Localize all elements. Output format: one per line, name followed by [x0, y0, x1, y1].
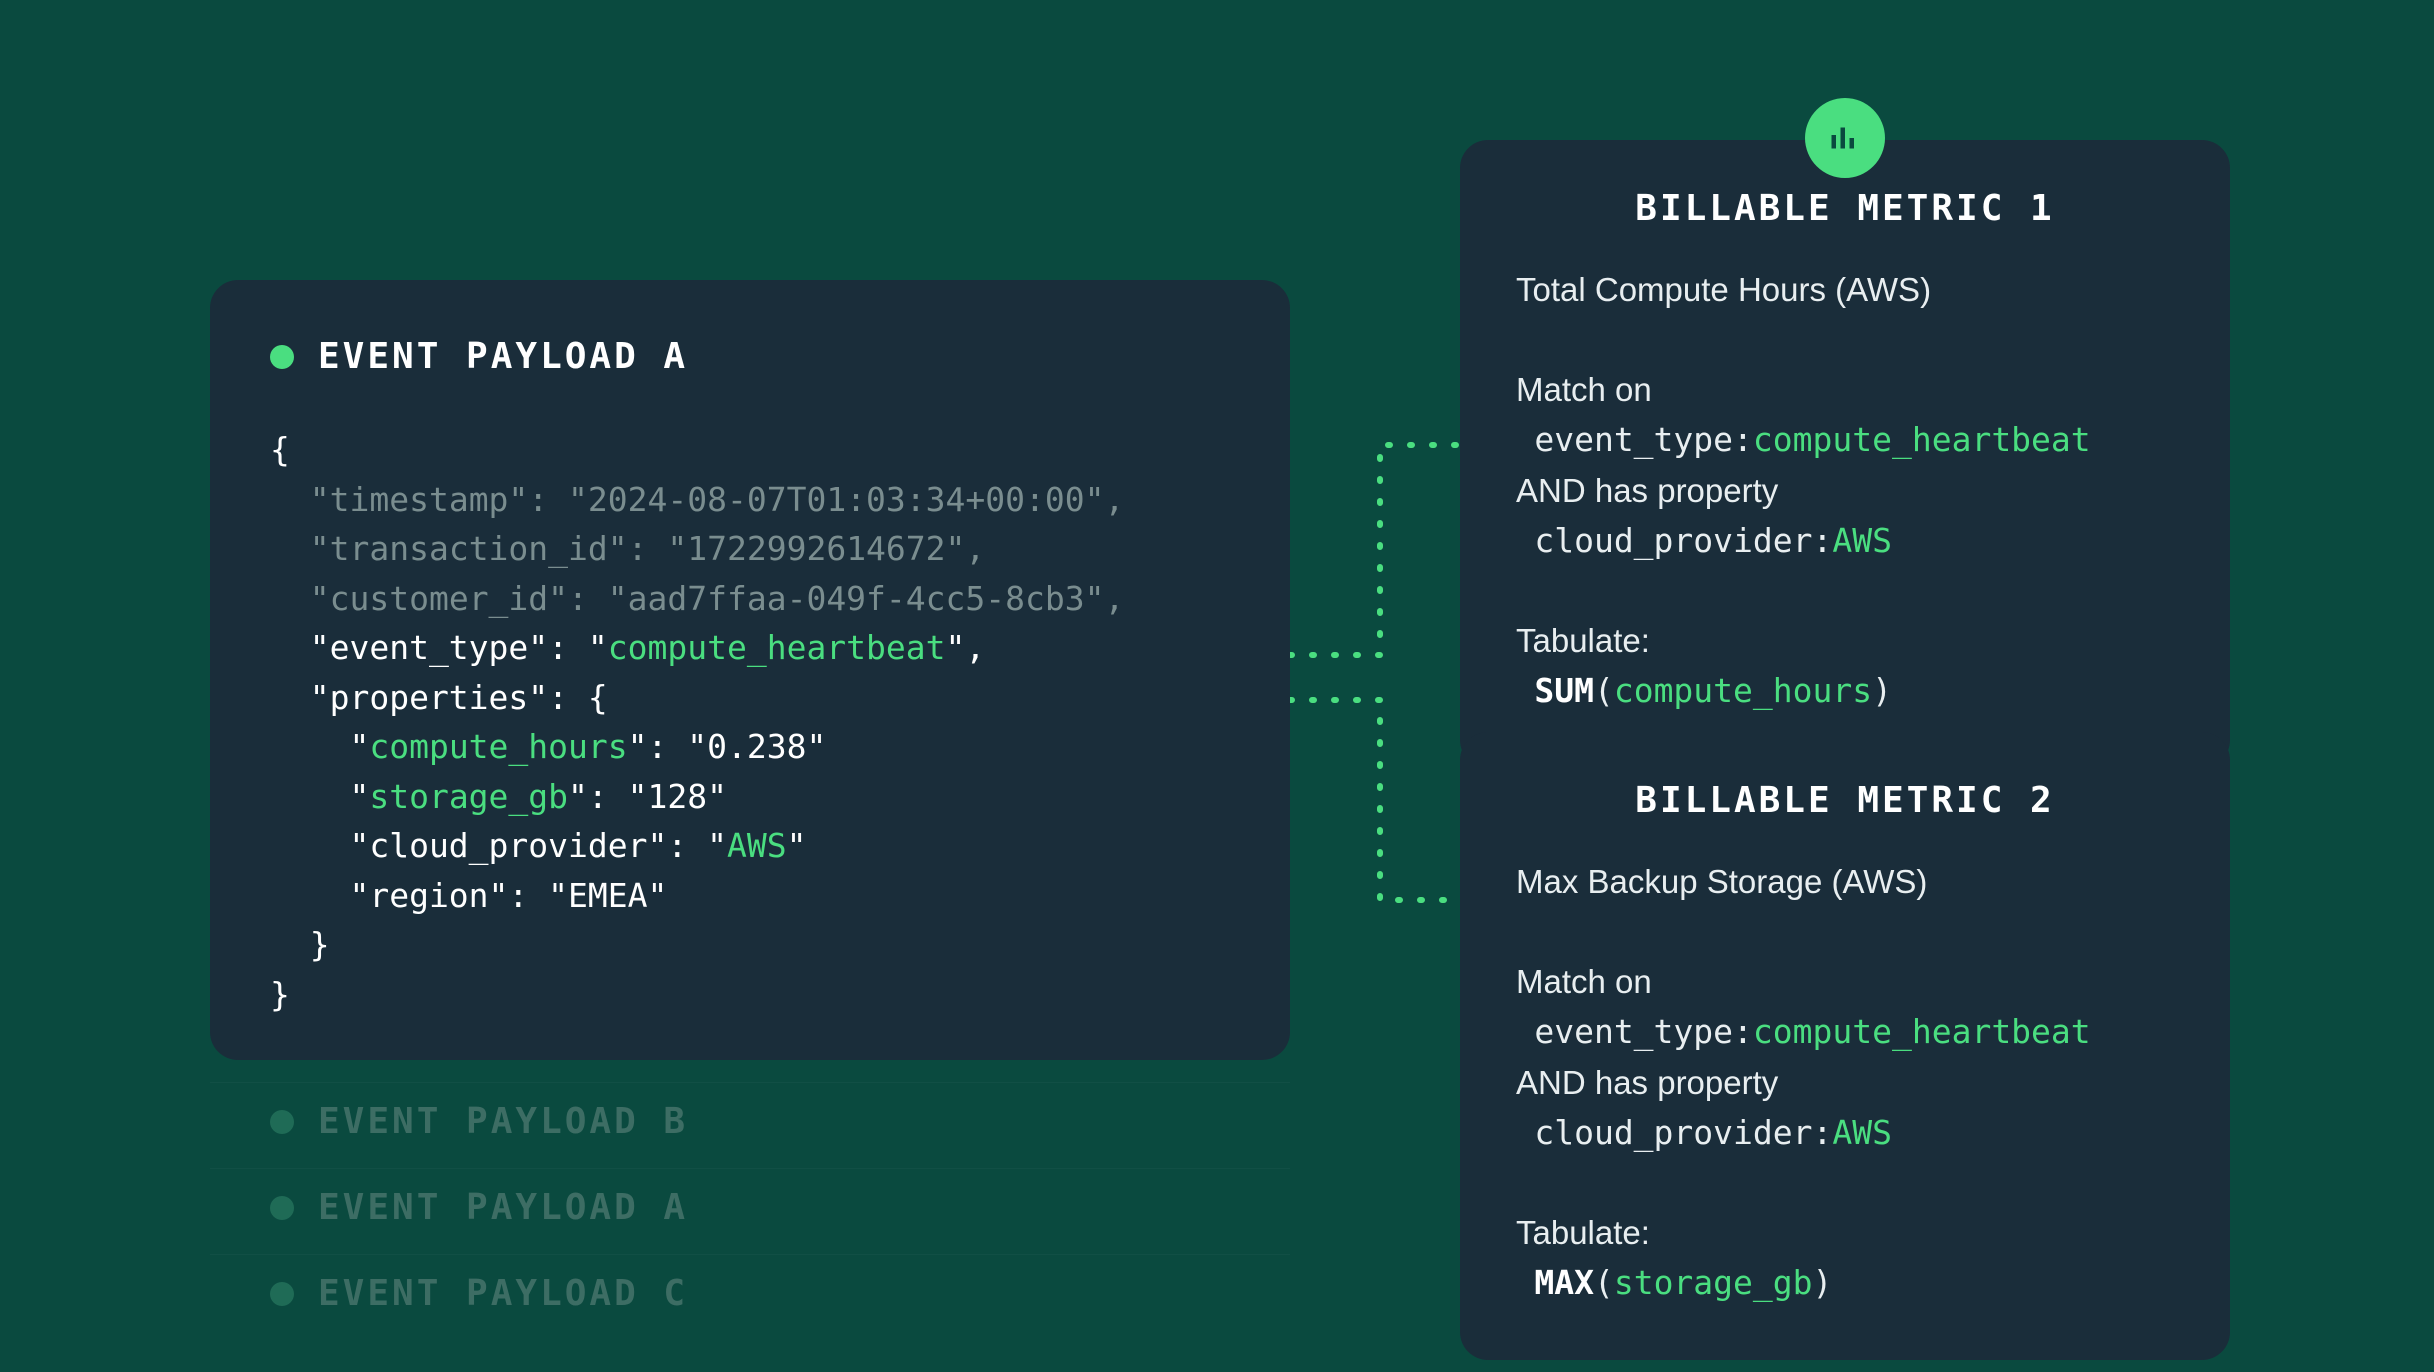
ghost-payload-row: EVENT PAYLOAD B: [210, 1082, 1290, 1160]
ghost-label: EVENT PAYLOAD A: [318, 1187, 688, 1228]
status-dot-icon: [270, 345, 294, 369]
event-payload-card: EVENT PAYLOAD A { "timestamp": "2024-08-…: [210, 280, 1290, 1060]
ghost-label: EVENT PAYLOAD C: [318, 1273, 688, 1314]
ghost-payload-row: EVENT PAYLOAD C: [210, 1254, 1290, 1332]
status-dot-icon: [270, 1110, 294, 1134]
metric-body: Max Backup Storage (AWS) Match on event_…: [1516, 857, 2174, 1308]
status-dot-icon: [270, 1196, 294, 1220]
billable-metric-card: BILLABLE METRIC 1 Total Compute Hours (A…: [1460, 140, 2230, 768]
billable-metric-card: BILLABLE METRIC 2 Max Backup Storage (AW…: [1460, 732, 2230, 1360]
ghost-payload-row: EVENT PAYLOAD A: [210, 1168, 1290, 1246]
status-dot-icon: [270, 1282, 294, 1306]
metric-heading: BILLABLE METRIC 1: [1516, 188, 2174, 229]
metrics-badge-icon: [1805, 98, 1885, 178]
payload-json: { "timestamp": "2024-08-07T01:03:34+00:0…: [270, 425, 1230, 1019]
metric-heading: BILLABLE METRIC 2: [1516, 780, 2174, 821]
metric-body: Total Compute Hours (AWS) Match on event…: [1516, 265, 2174, 716]
payload-title: EVENT PAYLOAD A: [318, 336, 688, 377]
ghost-label: EVENT PAYLOAD B: [318, 1101, 688, 1142]
